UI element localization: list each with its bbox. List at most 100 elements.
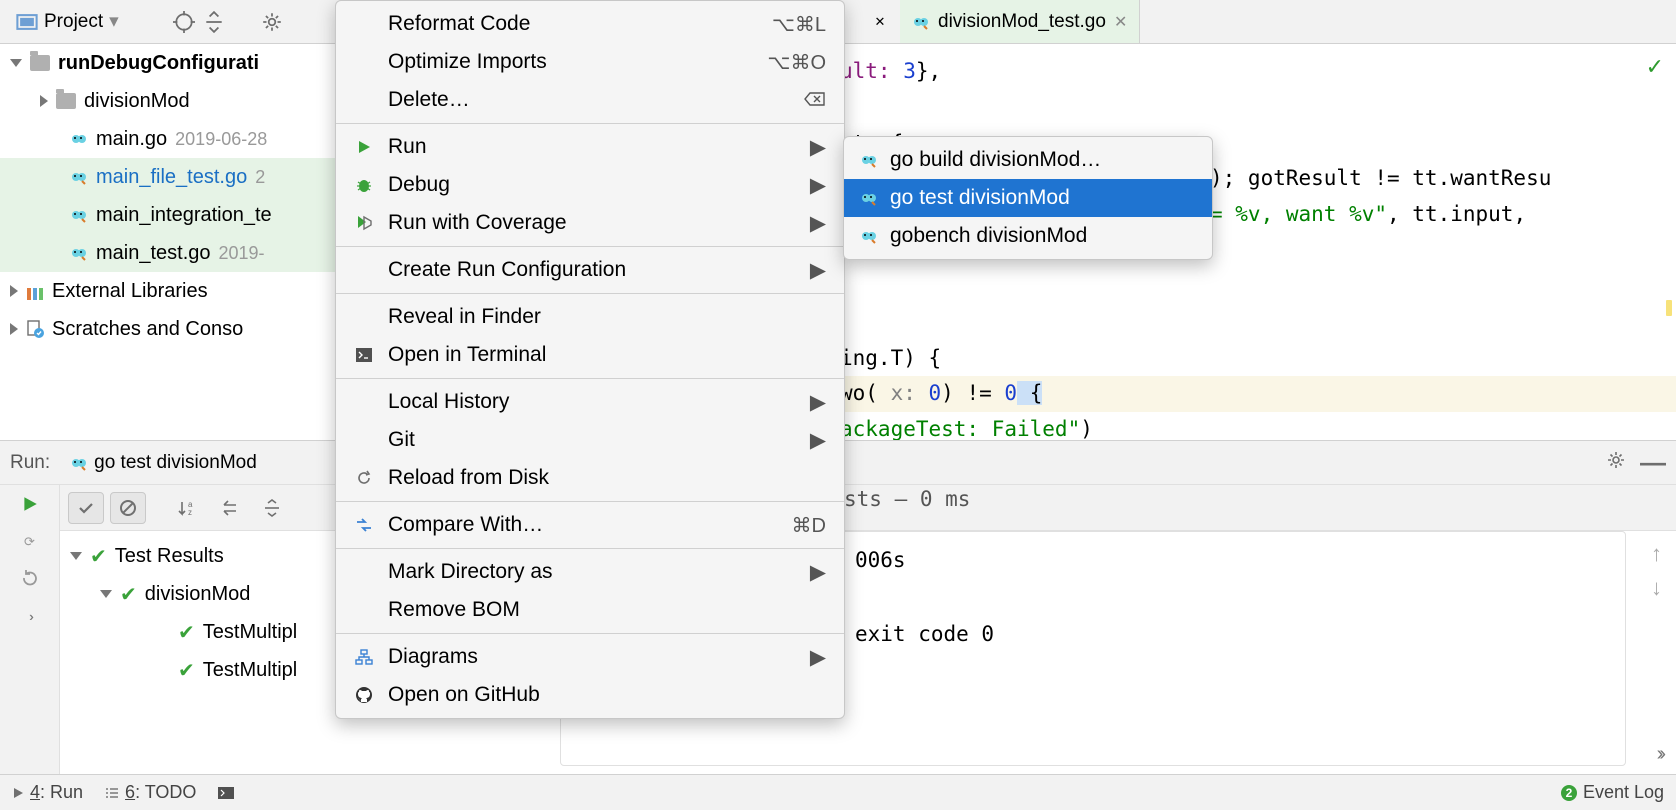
collapse-all-icon[interactable] <box>203 11 225 33</box>
tree-scratches[interactable]: Scratches and Conso <box>0 310 339 348</box>
close-icon[interactable]: ✕ <box>1114 12 1127 32</box>
cm-diagrams[interactable]: Diagrams▶ <box>336 638 844 676</box>
pass-icon: ✔ <box>90 544 107 569</box>
expand-icon[interactable] <box>10 323 18 335</box>
code-text: x: <box>878 381 929 405</box>
tree-folder-label: divisionMod <box>84 90 190 113</box>
test-case-label: TestMultipl <box>203 659 297 682</box>
cm-reformat[interactable]: Reformat Code⌥⌘L <box>336 5 844 43</box>
project-view-label: Project <box>44 11 103 33</box>
code-text: }, <box>916 59 941 83</box>
cm-optimize-imports[interactable]: Optimize Imports⌥⌘O <box>336 43 844 81</box>
go-file-icon <box>70 454 88 472</box>
tab-close-prev[interactable]: ✕ <box>860 0 900 43</box>
inspection-ok-icon[interactable]: ✓ <box>1646 54 1664 80</box>
diagrams-icon <box>354 649 374 665</box>
go-file-icon <box>860 189 878 207</box>
expand-icon[interactable] <box>10 59 22 67</box>
code-text: ing.T) { <box>840 341 1676 377</box>
code-text: 0 <box>929 381 942 405</box>
test-results-label: Test Results <box>115 545 224 568</box>
cm-remove-bom[interactable]: Remove BOM <box>336 591 844 629</box>
tree-external-libraries[interactable]: External Libraries <box>0 272 339 310</box>
tree-file-main-integration[interactable]: main_integration_te <box>0 196 339 234</box>
tree-file-label: main_integration_te <box>96 204 272 227</box>
reload-icon <box>354 469 374 487</box>
cm-git[interactable]: Git▶ <box>336 421 844 459</box>
cm-create-run-config[interactable]: Create Run Configuration▶ <box>336 251 844 289</box>
cm-debug[interactable]: Debug▶ <box>336 166 844 204</box>
cm-delete[interactable]: Delete… <box>336 81 844 119</box>
status-event-log[interactable]: 2 Event Log <box>1561 782 1664 803</box>
sort-icon[interactable]: az <box>170 492 206 524</box>
gutter-mark[interactable] <box>1666 300 1672 316</box>
event-log-label: Event Log <box>1583 782 1664 803</box>
tree-root[interactable]: runDebugConfigurati <box>0 44 339 82</box>
go-file-icon <box>70 206 88 224</box>
folder-icon <box>30 55 50 71</box>
tree-file-main-test[interactable]: main_test.go 2019- <box>0 234 339 272</box>
console-line: exit code 0 <box>855 616 1611 654</box>
separator <box>336 501 844 502</box>
run-label: Run: <box>10 452 50 474</box>
hide-panel-icon[interactable]: — <box>1640 447 1666 478</box>
tree-file-main[interactable]: main.go 2019-06-28 <box>0 120 339 158</box>
tree-root-label: runDebugConfigurati <box>58 52 259 75</box>
go-file-icon <box>860 151 878 169</box>
expand-icon[interactable] <box>100 590 112 598</box>
separator <box>336 123 844 124</box>
expand-icon[interactable] <box>40 95 48 107</box>
gear-icon[interactable] <box>261 11 283 33</box>
cm-reveal-finder[interactable]: Reveal in Finder <box>336 298 844 336</box>
status-run-tab[interactable]: 4: Run <box>12 782 83 803</box>
chevron-right-icon: ▶ <box>810 560 826 585</box>
submenu-go-build[interactable]: go build divisionMod… <box>844 141 1212 179</box>
gear-icon[interactable] <box>1606 450 1626 476</box>
cm-compare-with[interactable]: Compare With…⌘D <box>336 506 844 544</box>
tree-file-date: 2019- <box>219 243 265 264</box>
go-file-icon <box>70 244 88 262</box>
cm-reload-disk[interactable]: Reload from Disk <box>336 459 844 497</box>
tree-file-label: main_file_test.go <box>96 166 247 189</box>
submenu-label: gobench divisionMod <box>890 224 1087 248</box>
code-text: 3 <box>891 59 916 83</box>
code-text: , tt.input, <box>1387 202 1526 226</box>
libraries-icon <box>26 284 44 298</box>
submenu-gobench[interactable]: gobench divisionMod <box>844 217 1212 255</box>
tab-divisionmod-test[interactable]: divisionMod_test.go ✕ <box>900 0 1140 43</box>
tree-folder-division[interactable]: divisionMod <box>0 82 339 120</box>
rerun-icon[interactable] <box>21 495 39 516</box>
collapse-all-icon[interactable] <box>254 492 290 524</box>
submenu-label: go test divisionMod <box>890 186 1070 210</box>
test-module-label: divisionMod <box>145 583 251 606</box>
show-passed-icon[interactable] <box>68 492 104 524</box>
project-view-selector[interactable]: Project ▾ <box>8 6 127 37</box>
cm-coverage[interactable]: Run with Coverage▶ <box>336 204 844 242</box>
cm-local-history[interactable]: Local History▶ <box>336 383 844 421</box>
coverage-icon <box>354 214 374 232</box>
toggle-auto-icon[interactable]: ⟳ <box>24 534 35 550</box>
cm-run[interactable]: Run▶ <box>336 128 844 166</box>
cm-open-terminal[interactable]: Open in Terminal <box>336 336 844 374</box>
expand-icon[interactable] <box>70 552 82 560</box>
expand-all-icon[interactable] <box>212 492 248 524</box>
status-todo-tab[interactable]: 6: TODO <box>105 782 196 803</box>
expand-right-icon[interactable]: ›› <box>1657 743 1662 766</box>
submenu-go-test[interactable]: go test divisionMod <box>844 179 1212 217</box>
tree-file-main-file-test[interactable]: main_file_test.go 2 <box>0 158 339 196</box>
expand-icon[interactable] <box>10 285 18 297</box>
go-file-icon <box>860 227 878 245</box>
restart-icon[interactable] <box>20 568 40 591</box>
scroll-down-icon[interactable]: ↓ <box>1651 575 1662 601</box>
cm-open-github[interactable]: Open on GitHub <box>336 676 844 714</box>
show-ignored-icon[interactable] <box>110 492 146 524</box>
code-text: ackageTest: Failed" <box>840 417 1080 440</box>
status-terminal-tab[interactable] <box>218 787 234 799</box>
run-side-toolbar: ⟳ ›› <box>0 485 60 774</box>
scroll-up-icon[interactable]: ↑ <box>1651 541 1662 567</box>
project-icon <box>16 11 38 33</box>
expand-icon[interactable]: ›› <box>29 609 30 624</box>
cm-mark-directory[interactable]: Mark Directory as▶ <box>336 553 844 591</box>
locate-icon[interactable] <box>173 11 195 33</box>
github-icon <box>354 686 374 704</box>
